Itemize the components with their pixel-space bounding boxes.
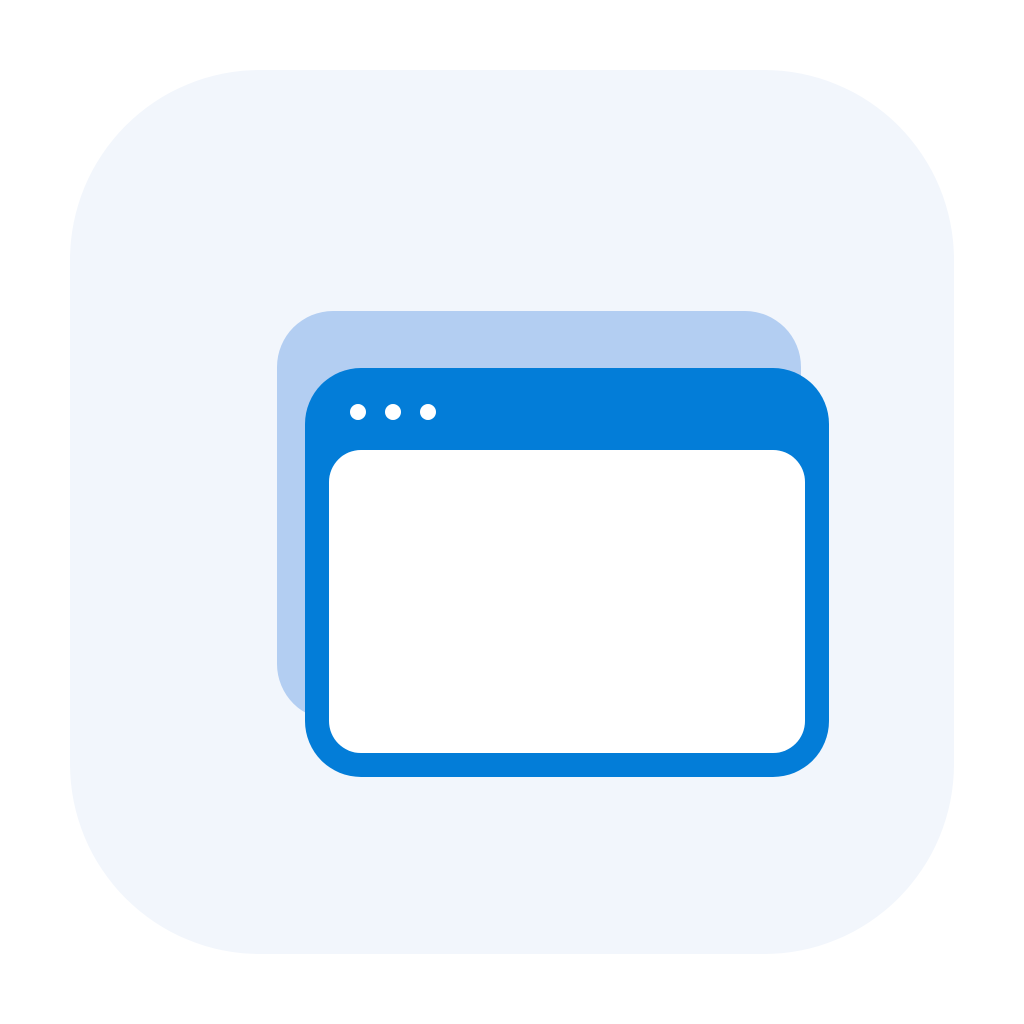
window-title-dots bbox=[350, 404, 436, 420]
app-icon-canvas bbox=[0, 0, 1024, 1024]
title-dot bbox=[385, 404, 401, 420]
title-dot bbox=[420, 404, 436, 420]
title-dot bbox=[350, 404, 366, 420]
front-window-shape bbox=[305, 368, 829, 777]
window-content-pane bbox=[329, 450, 805, 753]
